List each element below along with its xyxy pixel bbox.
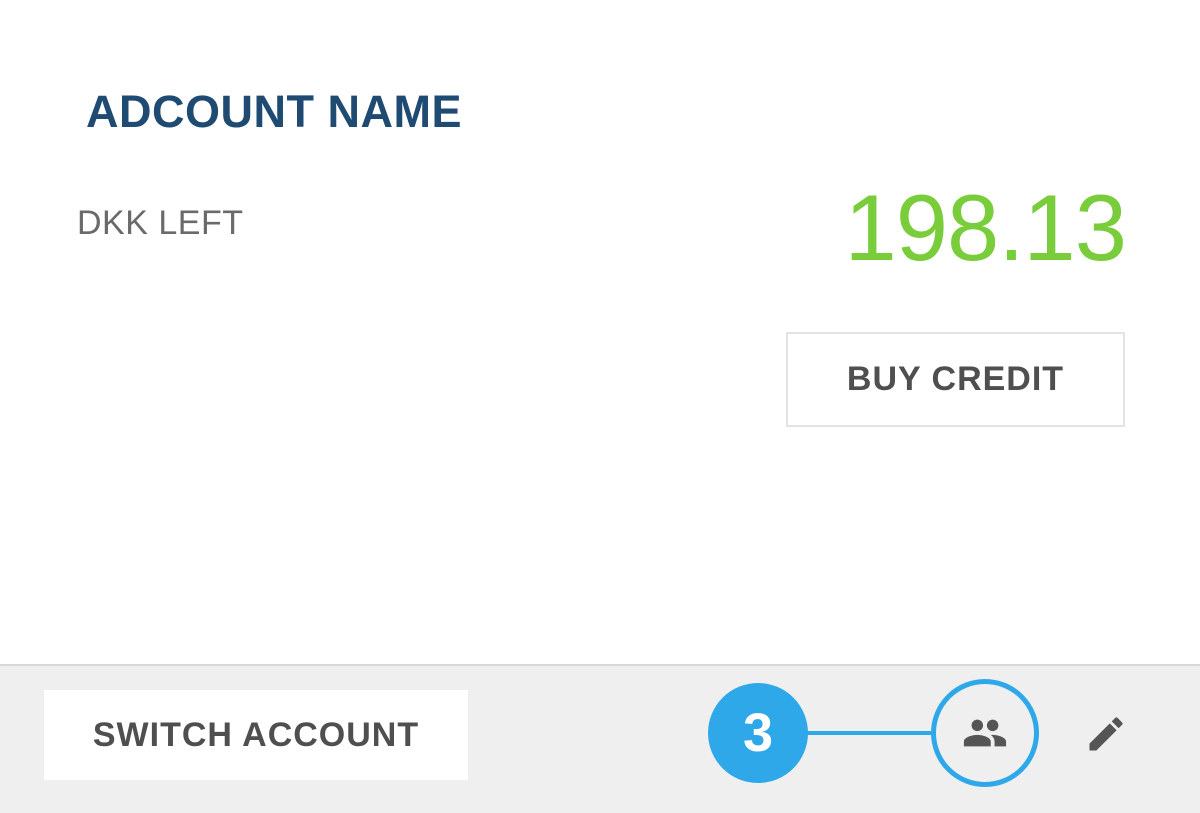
buy-credit-label: BUY CREDIT xyxy=(846,360,1065,398)
card-footer: SWITCH ACCOUNT 3 xyxy=(0,664,1200,813)
pencil-icon xyxy=(1089,717,1123,751)
balance-value: 198.13 xyxy=(844,175,1127,280)
step-badge: 3 xyxy=(708,683,808,783)
step-number: 3 xyxy=(742,703,774,763)
callout-connector xyxy=(800,731,940,735)
balance-label: DKK LEFT xyxy=(77,204,244,242)
switch-account-button[interactable]: SWITCH ACCOUNT xyxy=(44,690,468,780)
account-name: ADCOUNT NAME xyxy=(86,86,462,137)
buy-credit-button[interactable]: BUY CREDIT xyxy=(786,332,1125,427)
people-icon xyxy=(963,719,1007,747)
account-card: ADCOUNT NAME DKK LEFT 198.13 BUY CREDIT xyxy=(0,0,1200,664)
switch-account-label: SWITCH ACCOUNT xyxy=(92,715,420,754)
edit-button[interactable] xyxy=(1082,710,1130,758)
members-button[interactable] xyxy=(931,679,1039,787)
